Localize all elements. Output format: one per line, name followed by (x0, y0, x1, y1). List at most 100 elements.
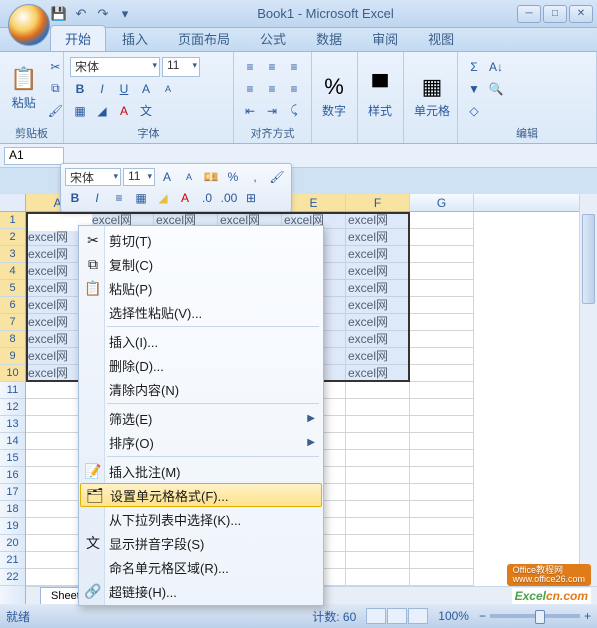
cell[interactable] (410, 297, 474, 314)
row-header[interactable]: 6 (0, 297, 25, 314)
mini-percent-icon[interactable]: % (223, 167, 243, 187)
mini-dec-decimal[interactable]: .0 (197, 188, 217, 208)
format-painter-icon[interactable]: 🖌 (45, 101, 65, 121)
name-box[interactable]: A1 (4, 147, 64, 165)
cell[interactable] (346, 433, 410, 450)
ctx-filter[interactable]: 筛选(E)▶ (79, 406, 323, 430)
font-size-combo[interactable]: 11 (162, 57, 200, 77)
row-header[interactable]: 14 (0, 433, 25, 450)
cell[interactable] (410, 535, 474, 552)
font-name-combo[interactable]: 宋体 (70, 57, 160, 77)
zoom-slider[interactable]: −+ (479, 609, 591, 623)
office-button[interactable] (8, 4, 50, 46)
maximize-button[interactable]: □ (543, 5, 567, 23)
row-header[interactable]: 15 (0, 450, 25, 467)
row-header[interactable]: 13 (0, 416, 25, 433)
underline-button[interactable]: U (114, 79, 134, 99)
grow-font-button[interactable]: A (136, 79, 156, 99)
qat-dropdown-icon[interactable]: ▾ (116, 5, 134, 23)
view-buttons[interactable] (366, 608, 428, 624)
cell[interactable] (410, 331, 474, 348)
align-left-icon[interactable]: ≡ (240, 79, 260, 99)
zoom-level[interactable]: 100% (438, 609, 469, 623)
row-header[interactable]: 3 (0, 246, 25, 263)
cell[interactable]: excel网 (346, 365, 410, 382)
mini-inc-decimal[interactable]: .00 (219, 188, 239, 208)
cell[interactable] (346, 467, 410, 484)
cell[interactable] (410, 348, 474, 365)
ctx-cut[interactable]: ✂剪切(T) (79, 228, 323, 252)
mini-merge[interactable]: ⊞ (241, 188, 261, 208)
cell[interactable] (410, 450, 474, 467)
mini-size-combo[interactable]: 11 (123, 168, 155, 186)
mini-italic[interactable]: I (87, 188, 107, 208)
cell[interactable] (410, 365, 474, 382)
shrink-font-button[interactable]: A (158, 79, 178, 99)
ctx-clear[interactable]: 清除内容(N) (79, 377, 323, 401)
scroll-thumb[interactable] (582, 214, 595, 304)
cell[interactable] (346, 518, 410, 535)
mini-grow-font[interactable]: A (157, 167, 177, 187)
cell[interactable] (410, 569, 474, 586)
autosum-button[interactable]: Σ (464, 57, 484, 77)
indent-dec-icon[interactable]: ⇤ (240, 101, 260, 121)
cell[interactable] (346, 484, 410, 501)
ctx-comment[interactable]: 📝插入批注(M) (79, 459, 323, 483)
tab-review[interactable]: 审阅 (358, 26, 412, 51)
number-format-button[interactable]: %数字 (318, 72, 350, 121)
mini-border[interactable]: ▦ (131, 188, 151, 208)
select-all-button[interactable] (0, 194, 26, 212)
row-header[interactable]: 17 (0, 484, 25, 501)
cell[interactable]: excel网 (346, 263, 410, 280)
mini-font-combo[interactable]: 宋体 (65, 168, 121, 186)
ctx-phonetic[interactable]: 文显示拼音字段(S) (79, 531, 323, 555)
col-header[interactable]: F (346, 194, 410, 211)
cell[interactable] (410, 280, 474, 297)
minimize-button[interactable]: ─ (517, 5, 541, 23)
row-header[interactable]: 12 (0, 399, 25, 416)
cell[interactable] (410, 433, 474, 450)
mini-align[interactable]: ≡ (109, 188, 129, 208)
row-header[interactable]: 1 (0, 212, 25, 229)
cell[interactable] (346, 416, 410, 433)
cell[interactable]: excel网 (346, 212, 410, 229)
tab-insert[interactable]: 插入 (108, 26, 162, 51)
cell[interactable]: excel网 (346, 246, 410, 263)
row-header[interactable]: 11 (0, 382, 25, 399)
cell[interactable] (346, 569, 410, 586)
font-color-button[interactable]: A (114, 101, 134, 121)
cell[interactable]: excel网 (346, 331, 410, 348)
cell[interactable]: excel网 (346, 280, 410, 297)
cell[interactable] (410, 263, 474, 280)
ctx-paste-special[interactable]: 选择性粘贴(V)... (79, 300, 323, 324)
vertical-scrollbar[interactable] (579, 194, 597, 586)
cell[interactable] (410, 552, 474, 569)
cell[interactable] (410, 518, 474, 535)
row-header[interactable]: 10 (0, 365, 25, 382)
row-header[interactable]: 20 (0, 535, 25, 552)
tab-formulas[interactable]: 公式 (246, 26, 300, 51)
find-button[interactable]: 🔍 (486, 79, 506, 99)
row-header[interactable]: 18 (0, 501, 25, 518)
cell[interactable] (410, 399, 474, 416)
cell[interactable] (410, 382, 474, 399)
row-header[interactable]: 19 (0, 518, 25, 535)
ctx-hyperlink[interactable]: 🔗超链接(H)... (79, 579, 323, 603)
cell[interactable] (410, 246, 474, 263)
paste-button[interactable]: 📋粘贴 (6, 64, 41, 113)
mini-format-painter[interactable]: 🖌 (267, 167, 287, 187)
cell[interactable]: excel网 (346, 229, 410, 246)
ctx-copy[interactable]: ⧉复制(C) (79, 252, 323, 276)
ctx-name-range[interactable]: 命名单元格区域(R)... (79, 555, 323, 579)
cell[interactable] (410, 416, 474, 433)
bold-button[interactable]: B (70, 79, 90, 99)
tab-home[interactable]: 开始 (50, 25, 106, 51)
cell[interactable] (410, 484, 474, 501)
cut-icon[interactable]: ✂ (45, 57, 65, 77)
close-button[interactable]: ✕ (569, 5, 593, 23)
cell[interactable] (346, 501, 410, 518)
cell[interactable] (346, 552, 410, 569)
indent-inc-icon[interactable]: ⇥ (262, 101, 282, 121)
col-header[interactable]: G (410, 194, 474, 211)
cell[interactable] (346, 399, 410, 416)
